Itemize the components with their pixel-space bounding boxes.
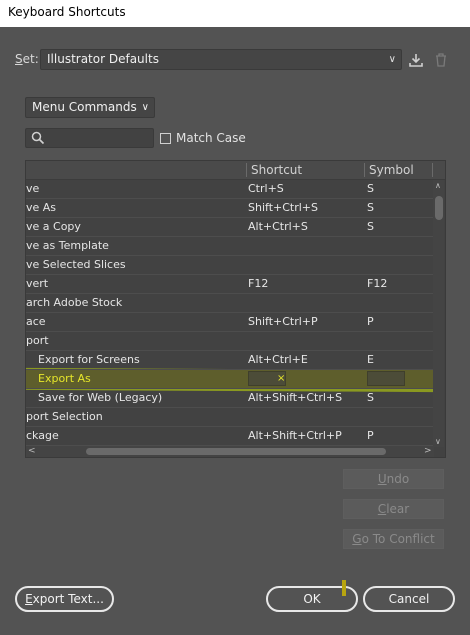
search-icon [31, 131, 45, 148]
delete-set-icon[interactable] [432, 51, 450, 69]
column-divider[interactable] [364, 163, 365, 177]
command-name: Export for Screens [38, 353, 140, 366]
table-row-selected[interactable]: Export As × [26, 370, 434, 389]
save-set-icon[interactable] [407, 51, 425, 69]
table-row[interactable]: arch Adobe Stock [26, 294, 434, 313]
scroll-right-icon[interactable]: > [424, 446, 432, 456]
symbol-value[interactable]: S [367, 220, 374, 233]
command-name: ve As [26, 201, 57, 214]
chevron-down-icon: ∨ [141, 102, 149, 113]
shortcut-value[interactable]: Shift+Ctrl+P [248, 315, 318, 328]
vertical-scrollbar[interactable]: ∧ ∨ [433, 180, 444, 447]
column-header-shortcut[interactable]: Shortcut [251, 163, 302, 177]
shortcut-value[interactable]: Alt+Ctrl+S [248, 220, 308, 233]
export-text-button[interactable]: Export Text... [15, 586, 114, 612]
set-label: Set: [15, 52, 39, 66]
command-name: ckage [26, 429, 59, 442]
symbol-value[interactable]: S [367, 391, 374, 404]
column-header-symbol[interactable]: Symbol [369, 163, 414, 177]
column-divider[interactable] [432, 163, 433, 177]
search-input[interactable] [48, 130, 148, 146]
clear-button[interactable]: Clear [343, 499, 444, 519]
command-name: vert [26, 277, 49, 290]
scroll-left-icon[interactable]: < [28, 446, 36, 456]
scroll-up-icon[interactable]: ∧ [435, 181, 441, 190]
category-dropdown[interactable]: Menu Commands ∨ [25, 97, 155, 118]
table-row[interactable]: ace Shift+Ctrl+P P [26, 313, 434, 332]
table-row[interactable]: port [26, 332, 434, 351]
command-name: ve Selected Slices [26, 258, 126, 271]
symbol-value[interactable]: P [367, 315, 374, 328]
symbol-value[interactable]: S [367, 201, 374, 214]
command-name: ve a Copy [26, 220, 81, 233]
symbol-edit-field[interactable] [367, 371, 405, 386]
shortcut-value[interactable]: Alt+Shift+Ctrl+S [248, 391, 342, 404]
window-titlebar: Keyboard Shortcuts [0, 0, 470, 27]
symbol-value[interactable]: S [367, 182, 374, 195]
cancel-button[interactable]: Cancel [363, 586, 455, 612]
mouse-cursor-mark [342, 580, 346, 596]
shortcut-value[interactable]: Alt+Shift+Ctrl+P [248, 429, 342, 442]
chevron-down-icon: ∨ [388, 54, 396, 65]
table-row[interactable]: ve Selected Slices [26, 256, 434, 275]
command-name: port [26, 334, 49, 347]
horizontal-scroll-thumb[interactable] [86, 448, 386, 455]
table-row[interactable]: Save for Web (Legacy) Alt+Shift+Ctrl+S S [26, 389, 434, 408]
table-row[interactable]: ve Ctrl+S S [26, 180, 434, 199]
shortcut-value[interactable]: Shift+Ctrl+S [248, 201, 318, 214]
command-name: ve as Template [26, 239, 109, 252]
column-divider[interactable] [246, 163, 247, 177]
command-name: Save for Web (Legacy) [38, 391, 163, 404]
command-name: Export As [38, 372, 91, 385]
command-name: arch Adobe Stock [26, 296, 123, 309]
command-name: ace [26, 315, 46, 328]
shortcut-value[interactable]: Alt+Ctrl+E [248, 353, 308, 366]
window-title: Keyboard Shortcuts [8, 5, 126, 19]
shortcut-value[interactable]: Ctrl+S [248, 182, 284, 195]
match-case-label: Match Case [176, 131, 246, 145]
symbol-value[interactable]: E [367, 353, 374, 366]
shortcuts-table: Shortcut Symbol ve Ctrl+S S ve As Shift+… [25, 160, 446, 458]
table-row[interactable]: ve As Shift+Ctrl+S S [26, 199, 434, 218]
search-field[interactable] [25, 128, 154, 148]
command-name: ve [26, 182, 40, 195]
category-dropdown-value: Menu Commands [32, 100, 137, 114]
table-header: Shortcut Symbol [26, 161, 445, 180]
set-dropdown-value: Illustrator Defaults [47, 52, 159, 66]
table-row[interactable]: port Selection [26, 408, 434, 427]
scroll-down-icon[interactable]: ∨ [435, 437, 441, 446]
table-row[interactable]: ve a Copy Alt+Ctrl+S S [26, 218, 434, 237]
command-name: port Selection [26, 410, 103, 423]
match-case-checkbox[interactable]: Match Case [160, 131, 246, 145]
match-case-box[interactable] [160, 132, 171, 144]
symbol-value[interactable]: P [367, 429, 374, 442]
clear-shortcut-icon[interactable]: × [277, 373, 285, 384]
symbol-value[interactable]: F12 [367, 277, 387, 290]
table-row[interactable]: vert F12 F12 [26, 275, 434, 294]
vertical-scroll-thumb[interactable] [435, 196, 443, 220]
table-row[interactable]: ckage Alt+Shift+Ctrl+P P [26, 427, 434, 446]
shortcut-value[interactable]: F12 [248, 277, 268, 290]
horizontal-scrollbar[interactable]: < > [26, 446, 434, 457]
table-row[interactable]: ve as Template [26, 237, 434, 256]
table-row[interactable]: Export for Screens Alt+Ctrl+E E [26, 351, 434, 370]
set-dropdown[interactable]: Illustrator Defaults ∨ [40, 49, 402, 70]
undo-button[interactable]: Undo [343, 469, 444, 489]
go-to-conflict-button[interactable]: Go To Conflict [343, 529, 444, 549]
